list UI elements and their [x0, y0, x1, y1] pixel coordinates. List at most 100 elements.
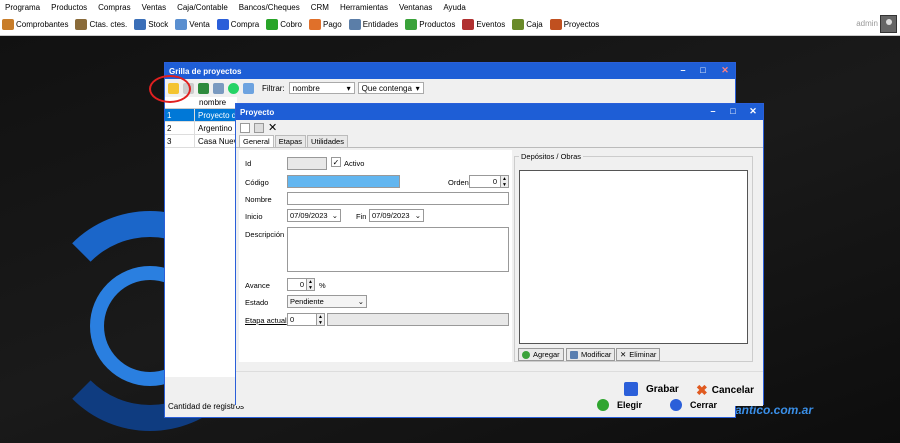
- estado-label: Estado: [245, 298, 269, 307]
- menu-item-0[interactable]: Programa: [5, 3, 40, 12]
- depositos-list[interactable]: [519, 170, 748, 344]
- spin-icon[interactable]: ▲ ▼: [316, 314, 324, 326]
- elegir-label: Elegir: [617, 400, 643, 410]
- excel-icon[interactable]: [198, 82, 209, 94]
- table-row[interactable]: 3 Casa Nuev: [165, 135, 237, 148]
- id-field: [287, 157, 327, 170]
- grabar-button[interactable]: Grabar: [624, 382, 679, 396]
- toolbar-icon: [134, 19, 147, 30]
- menu-item-2[interactable]: Compras: [98, 3, 130, 12]
- menu-item-8[interactable]: Ventanas: [399, 3, 432, 12]
- toolbar-icon: [512, 19, 525, 30]
- toolbar-icon: [462, 19, 475, 30]
- toolbar-button-0[interactable]: Comprobantes: [2, 19, 68, 30]
- filter-group: Filtrar: nombre ▾ Que contenga ▾: [262, 82, 424, 94]
- menu-item-6[interactable]: CRM: [311, 3, 329, 12]
- projects-grid[interactable]: nombre 1Proyecto de 2Argentino D 3Casa N…: [165, 97, 237, 377]
- eliminar-label: Eliminar: [629, 350, 657, 359]
- menu-item-9[interactable]: Ayuda: [443, 3, 466, 12]
- print-icon[interactable]: [213, 82, 224, 94]
- filter-field-select[interactable]: nombre ▾: [288, 82, 355, 94]
- eliminar-button[interactable]: ✕ Eliminar: [616, 348, 661, 361]
- codigo-label: Código: [245, 178, 269, 187]
- toolbar-icon: [266, 19, 279, 30]
- toolbar-button-1[interactable]: Ctas. ctes.: [75, 19, 127, 30]
- toolbar-label: Compra: [230, 20, 260, 29]
- row-nombre: Proyecto de: [198, 110, 235, 120]
- descripcion-field[interactable]: [287, 227, 509, 272]
- table-row[interactable]: 1Proyecto de: [165, 109, 237, 122]
- menu-item-3[interactable]: Ventas: [142, 3, 166, 12]
- chevron-down-icon: ⌄: [331, 211, 338, 220]
- new-icon[interactable]: [240, 123, 250, 133]
- toolbar-button-10[interactable]: Caja: [512, 19, 543, 30]
- orden-stepper[interactable]: 0 ▲ ▼: [469, 175, 509, 188]
- toolbar-button-3[interactable]: Venta: [175, 19, 210, 30]
- minimize-icon[interactable]: –: [677, 65, 689, 75]
- add-icon: [522, 350, 530, 359]
- tab-general[interactable]: General: [239, 135, 274, 147]
- avance-stepper[interactable]: 0 ▲ ▼: [287, 278, 315, 291]
- whatsapp-icon[interactable]: [228, 82, 239, 94]
- orden-label: Orden: [448, 178, 469, 187]
- estado-value: Pendiente: [290, 297, 324, 306]
- toolbar-button-6[interactable]: Pago: [309, 19, 342, 30]
- elegir-button[interactable]: Elegir: [597, 399, 642, 411]
- close-icon[interactable]: ✕: [719, 65, 731, 75]
- row-id: 3: [165, 135, 195, 147]
- grabar-label: Grabar: [646, 383, 679, 395]
- save-icon[interactable]: [254, 123, 264, 133]
- avatar[interactable]: [880, 15, 897, 33]
- modificar-button[interactable]: Modificar: [566, 348, 616, 361]
- fin-label: Fin: [356, 212, 367, 221]
- filter-mode-select[interactable]: Que contenga ▾: [357, 82, 424, 94]
- column-header-nombre[interactable]: nombre: [199, 98, 226, 107]
- codigo-field[interactable]: [287, 175, 400, 188]
- toolbar-button-5[interactable]: Cobro: [266, 19, 302, 30]
- inicio-date[interactable]: 07/09/2023 ⌄: [287, 209, 341, 222]
- project-window-title: Proyecto – □ ✕: [236, 104, 763, 120]
- tab-etapas[interactable]: Etapas: [274, 135, 307, 147]
- menu-item-1[interactable]: Productos: [51, 3, 87, 12]
- table-row[interactable]: 2Argentino D: [165, 122, 237, 135]
- cancelar-button[interactable]: ✖ Cancelar: [696, 382, 754, 399]
- spin-icon[interactable]: ▲ ▼: [306, 279, 314, 291]
- delete-icon[interactable]: ✕: [268, 123, 277, 134]
- grid-window-title-text: Grilla de proyectos: [169, 66, 242, 76]
- toolbar-icon: [348, 19, 361, 30]
- close-icon: [670, 399, 682, 411]
- refresh-icon[interactable]: [243, 82, 254, 94]
- agregar-button[interactable]: Agregar: [518, 348, 564, 361]
- fin-date[interactable]: 07/09/2023 ⌄: [369, 209, 424, 222]
- etapa-actual-label[interactable]: Etapa actual: [245, 316, 287, 325]
- toolbar-label: Proyectos: [563, 20, 600, 29]
- nombre-field[interactable]: [287, 192, 509, 205]
- check-icon: [597, 399, 609, 411]
- toolbar-button-2[interactable]: Stock: [134, 19, 168, 30]
- menu-item-5[interactable]: Bancos/Cheques: [239, 3, 300, 12]
- tab-bar: General Etapas Utilidades: [236, 135, 763, 148]
- menu-item-7[interactable]: Herramientas: [340, 3, 388, 12]
- estado-select[interactable]: Pendiente ⌄: [287, 295, 367, 308]
- row-nombre: Argentino D: [198, 123, 235, 133]
- tab-utilidades[interactable]: Utilidades: [307, 135, 348, 147]
- toolbar-button-7[interactable]: Entidades: [348, 19, 398, 30]
- project-window-title-text: Proyecto: [240, 107, 275, 117]
- maximize-icon[interactable]: □: [697, 65, 709, 75]
- maximize-icon[interactable]: □: [727, 106, 739, 116]
- cerrar-button[interactable]: Cerrar: [670, 399, 717, 411]
- close-icon[interactable]: ✕: [747, 106, 759, 116]
- project-window: Proyecto – □ ✕ ✕ General Etapas Utilidad…: [235, 103, 764, 406]
- spin-icon[interactable]: ▲ ▼: [500, 176, 508, 188]
- minimize-icon[interactable]: –: [707, 106, 719, 116]
- agregar-label: Agregar: [533, 350, 560, 359]
- etapa-actual-stepper[interactable]: 0 ▲ ▼: [287, 313, 325, 326]
- filter-field-value: nombre: [292, 83, 320, 93]
- toolbar-button-8[interactable]: Productos: [405, 19, 455, 30]
- toolbar-button-4[interactable]: Compra: [216, 19, 260, 30]
- activo-checkbox[interactable]: ✓: [331, 157, 341, 167]
- menu-item-4[interactable]: Caja/Contable: [177, 3, 228, 12]
- menu-bar: Programa Productos Compras Ventas Caja/Conta…: [0, 0, 900, 14]
- toolbar-button-9[interactable]: Eventos: [462, 19, 505, 30]
- toolbar-button-11[interactable]: Proyectos: [549, 19, 600, 30]
